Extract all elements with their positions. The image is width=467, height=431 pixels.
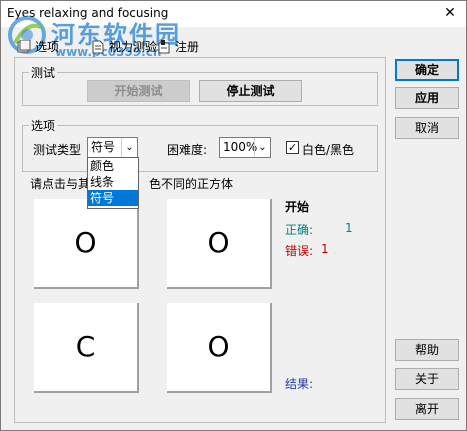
tab-strip: 选项 视力测验 注册 <box>15 37 385 57</box>
start-status-label: 开始 <box>285 200 310 214</box>
instruction-text-right: 色不同的正方体 <box>149 177 234 191</box>
tab-options[interactable]: 选项 <box>15 37 60 57</box>
difficulty-label: 困难度: <box>167 143 208 157</box>
stop-test-button[interactable]: 停止测试 <box>199 80 302 102</box>
wrong-count: 1 <box>321 242 329 256</box>
test-type-label: 测试类型 <box>33 143 82 157</box>
dropdown-option-symbol[interactable]: 符号 <box>88 190 138 206</box>
chevron-down-icon: ⌄ <box>254 138 270 157</box>
start-test-button[interactable]: 开始测试 <box>87 80 190 102</box>
window-title: Eyes relaxing and focusing <box>7 6 169 20</box>
test-square-4[interactable]: O <box>167 303 272 393</box>
options-group-legend: 选项 <box>31 119 56 133</box>
exit-button[interactable]: 离开 <box>395 398 459 420</box>
test-square-2[interactable]: O <box>167 199 272 289</box>
correct-count: 1 <box>345 221 353 235</box>
correct-label: 正确: <box>285 223 314 237</box>
test-group-legend: 测试 <box>31 66 56 80</box>
difficulty-select[interactable]: 100% ⌄ <box>219 137 271 158</box>
dropdown-option-lines[interactable]: 线条 <box>88 174 138 190</box>
tab-vision-test[interactable]: 视力测验 <box>89 37 157 57</box>
instruction-text-left: 请点击与其 <box>30 177 91 191</box>
tab-register[interactable]: 注册 <box>155 37 199 57</box>
test-square-3[interactable]: C <box>34 303 139 393</box>
tab-register-label: 注册 <box>175 40 200 54</box>
close-button[interactable]: ✕ <box>438 3 462 23</box>
options-tab-icon <box>17 40 31 53</box>
bw-checkbox[interactable]: ✓ <box>286 141 299 154</box>
test-type-value: 符号 <box>91 140 116 154</box>
tab-options-label: 选项 <box>35 40 60 54</box>
help-button[interactable]: 帮助 <box>395 339 459 361</box>
ok-button[interactable]: 确定 <box>395 59 459 81</box>
register-icon <box>158 40 170 54</box>
result-label: 结果: <box>285 377 314 391</box>
close-icon: ✕ <box>444 5 456 21</box>
test-type-dropdown: 颜色 线条 符号 <box>87 157 139 209</box>
apply-button[interactable]: 应用 <box>395 87 459 109</box>
title-bar: Eyes relaxing and focusing ✕ <box>1 1 466 27</box>
app-window: Eyes relaxing and focusing ✕ 河东软件园 www.p… <box>0 0 467 431</box>
test-square-1[interactable]: O <box>34 199 139 289</box>
dropdown-option-color[interactable]: 颜色 <box>88 158 138 174</box>
difficulty-value: 100% <box>223 140 258 154</box>
wrong-label: 错误: <box>285 244 314 258</box>
document-icon <box>92 40 104 54</box>
chevron-down-icon: ⌄ <box>121 138 137 157</box>
about-button[interactable]: 关于 <box>395 368 459 390</box>
test-type-select[interactable]: 符号 ⌄ <box>87 137 138 158</box>
bw-checkbox-label: 白色/黑色 <box>302 143 355 157</box>
tab-vision-test-label: 视力测验 <box>109 40 158 54</box>
cancel-button[interactable]: 取消 <box>395 117 459 139</box>
